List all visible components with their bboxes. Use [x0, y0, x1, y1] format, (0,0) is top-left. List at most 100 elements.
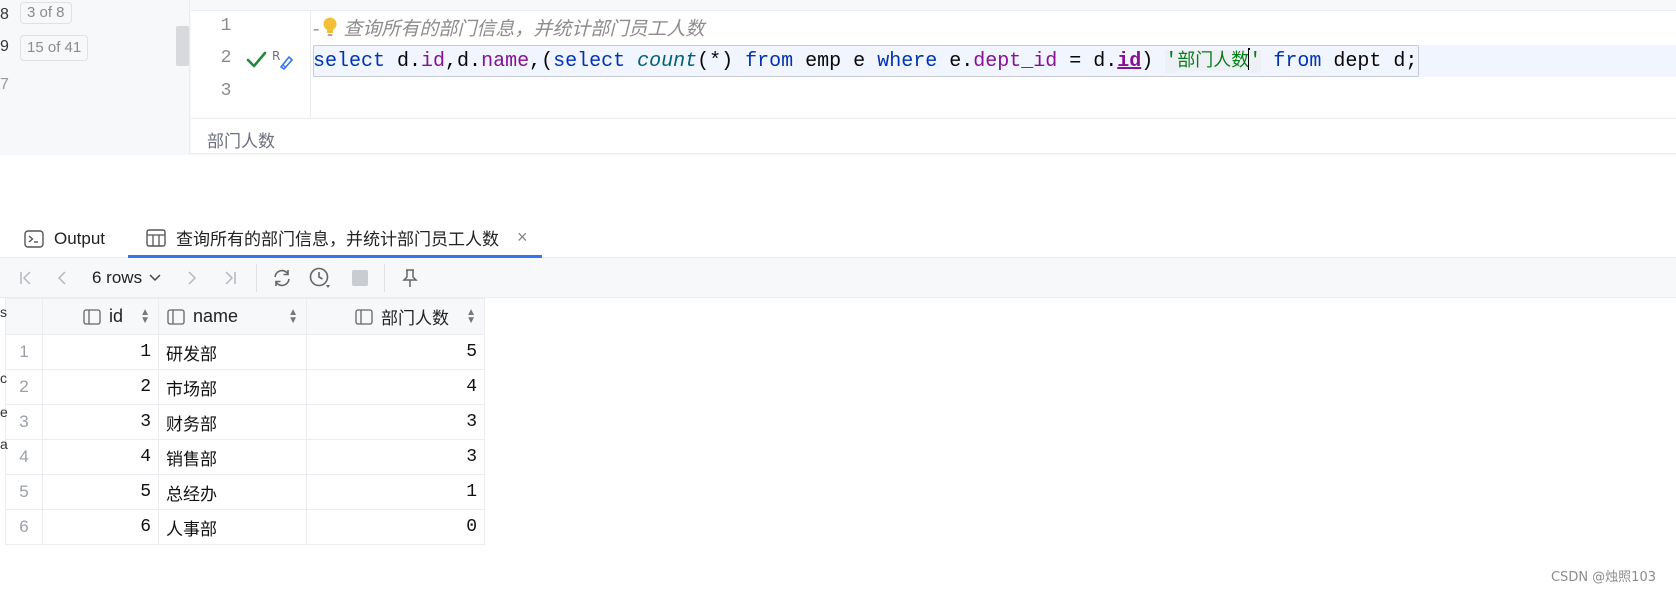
comment-prefix: -: [313, 18, 320, 40]
strip-number: 8: [0, 6, 9, 23]
sql-text: ,d.: [445, 50, 482, 73]
chevron-down-icon: [149, 274, 161, 282]
pin-icon[interactable]: [398, 266, 422, 290]
cell-id[interactable]: 2: [42, 369, 159, 405]
watermark: CSDN @烛照103: [1550, 570, 1656, 585]
sql-keyword: select: [553, 50, 626, 73]
toolbar-separator: [384, 264, 385, 292]
toolbar-separator: [256, 264, 257, 292]
sql-string-alias: 部门人数: [1177, 50, 1250, 71]
tab-output-label: Output: [54, 229, 106, 248]
cell-name[interactable]: 市场部: [158, 369, 307, 405]
cell-id[interactable]: 4: [42, 439, 159, 475]
sql-text: emp e: [793, 50, 878, 73]
history-clock-icon[interactable]: [308, 266, 332, 290]
editor-area: 8 3 of 8 9 15 of 41 7 1 2 3 R - 查询所有的部门信息…: [0, 0, 1676, 155]
breadcrumb-hint-bar: 部门人数: [191, 118, 1676, 154]
row-number-cell: 2: [5, 369, 43, 405]
column-header-dept-count[interactable]: 部门人数 ▲ ▼: [306, 298, 485, 335]
previous-page-icon[interactable]: [50, 266, 74, 290]
cell-name[interactable]: 人事部: [158, 509, 307, 545]
cell-dept-count[interactable]: 4: [306, 369, 485, 405]
lightbulb-icon[interactable]: [321, 16, 339, 38]
cell-id[interactable]: 1: [42, 334, 159, 370]
clipped-text: s: [0, 304, 7, 320]
result-grid: id ▲ ▼ name ▲ ▼ 部门人数 ▲ ▼ 1 1 研发部 5 2 2 市场部 4 3 3 财务: [5, 298, 485, 545]
execute-statement-icon[interactable]: R: [271, 48, 295, 70]
cell-name[interactable]: 总经办: [158, 474, 307, 510]
cell-dept-count[interactable]: 1: [306, 474, 485, 510]
close-icon[interactable]: ×: [517, 227, 528, 248]
tab-output[interactable]: Output: [24, 220, 105, 258]
row-number-cell: 4: [5, 439, 43, 475]
row-number-cell: 6: [5, 509, 43, 545]
tab-query-result[interactable]: 查询所有的部门信息，并统计部门员工人数 ×: [128, 220, 542, 258]
sql-field: dept_id: [973, 50, 1058, 73]
cell-dept-count[interactable]: 3: [306, 439, 485, 475]
sql-keyword: from: [745, 50, 794, 73]
sort-icon[interactable]: ▲ ▼: [456, 307, 476, 325]
table-icon: [146, 228, 166, 247]
cell-name[interactable]: 研发部: [158, 334, 307, 370]
strip-number: 9: [0, 38, 9, 55]
strip-scrollbar[interactable]: [176, 26, 189, 66]
sort-icon[interactable]: ▲ ▼: [278, 307, 298, 325]
row-number-cell: 5: [5, 474, 43, 510]
first-page-icon[interactable]: [14, 266, 38, 290]
page-size-dropdown[interactable]: 6 rows: [92, 268, 162, 288]
sql-text: e.: [937, 50, 974, 73]
check-icon: [246, 51, 267, 68]
table-row[interactable]: 4 4 销售部 3: [5, 439, 485, 475]
column-label: name: [193, 306, 239, 326]
result-toolbar: 6 rows: [0, 258, 1676, 298]
sort-icon[interactable]: ▲ ▼: [130, 307, 150, 325]
cell-id[interactable]: 5: [42, 474, 159, 510]
refresh-icon[interactable]: [270, 266, 294, 290]
match-count-badge: 15 of 41: [20, 35, 89, 61]
column-icon: [167, 308, 185, 325]
cell-id[interactable]: 6: [42, 509, 159, 545]
code-editor[interactable]: 1 2 3 R - 查询所有的部门信息，并统计部门员工人数 select d.id…: [191, 10, 1676, 119]
row-number-cell: 1: [5, 334, 43, 370]
line-number: 1: [220, 16, 232, 36]
sql-field: id: [421, 50, 446, 73]
svg-text:R: R: [272, 49, 280, 63]
clipped-text: c: [0, 370, 7, 386]
cell-dept-count[interactable]: 3: [306, 404, 485, 440]
editor-gutter: 1 2 3 R: [191, 11, 311, 119]
column-header-name[interactable]: name ▲ ▼: [158, 298, 307, 335]
cell-name[interactable]: 财务部: [158, 404, 307, 440]
last-page-icon[interactable]: [218, 266, 242, 290]
cell-dept-count[interactable]: 5: [306, 334, 485, 370]
table-row[interactable]: 2 2 市场部 4: [5, 369, 485, 405]
sql-text: (*): [697, 50, 746, 73]
breadcrumb-hint: 部门人数: [207, 132, 275, 152]
table-row[interactable]: 1 1 研发部 5: [5, 334, 485, 370]
cell-id[interactable]: 3: [42, 404, 159, 440]
stop-icon[interactable]: [348, 266, 372, 290]
cell-name[interactable]: 销售部: [158, 439, 307, 475]
sql-text: dept d;: [1321, 50, 1418, 73]
sql-string-quote: ': [1165, 50, 1178, 73]
left-clipped-panel-edge: s c e a: [0, 304, 8, 500]
column-header-id[interactable]: id ▲ ▼: [42, 298, 159, 335]
sql-text: = d.: [1057, 50, 1118, 73]
sql-text: ,(: [529, 50, 554, 73]
sql-field-highlighted: id: [1117, 50, 1142, 73]
grid-header-row: id ▲ ▼ name ▲ ▼ 部门人数 ▲ ▼: [5, 298, 485, 335]
left-structure-strip: 8 3 of 8 9 15 of 41 7: [0, 0, 190, 155]
cell-dept-count[interactable]: 0: [306, 509, 485, 545]
table-row[interactable]: 5 5 总经办 1: [5, 474, 485, 510]
table-row[interactable]: 6 6 人事部 0: [5, 509, 485, 545]
column-icon: [355, 308, 373, 325]
row-number-header: [5, 298, 43, 335]
code-line-2: select d.id,d.name,(select count(*) from…: [313, 45, 1676, 77]
next-page-icon[interactable]: [180, 266, 204, 290]
rows-count-label: 6 rows: [92, 268, 143, 287]
strip-number: 7: [0, 76, 9, 93]
table-row[interactable]: 3 3 财务部 3: [5, 404, 485, 440]
column-icon: [83, 308, 101, 325]
sql-text: ): [1141, 50, 1166, 73]
